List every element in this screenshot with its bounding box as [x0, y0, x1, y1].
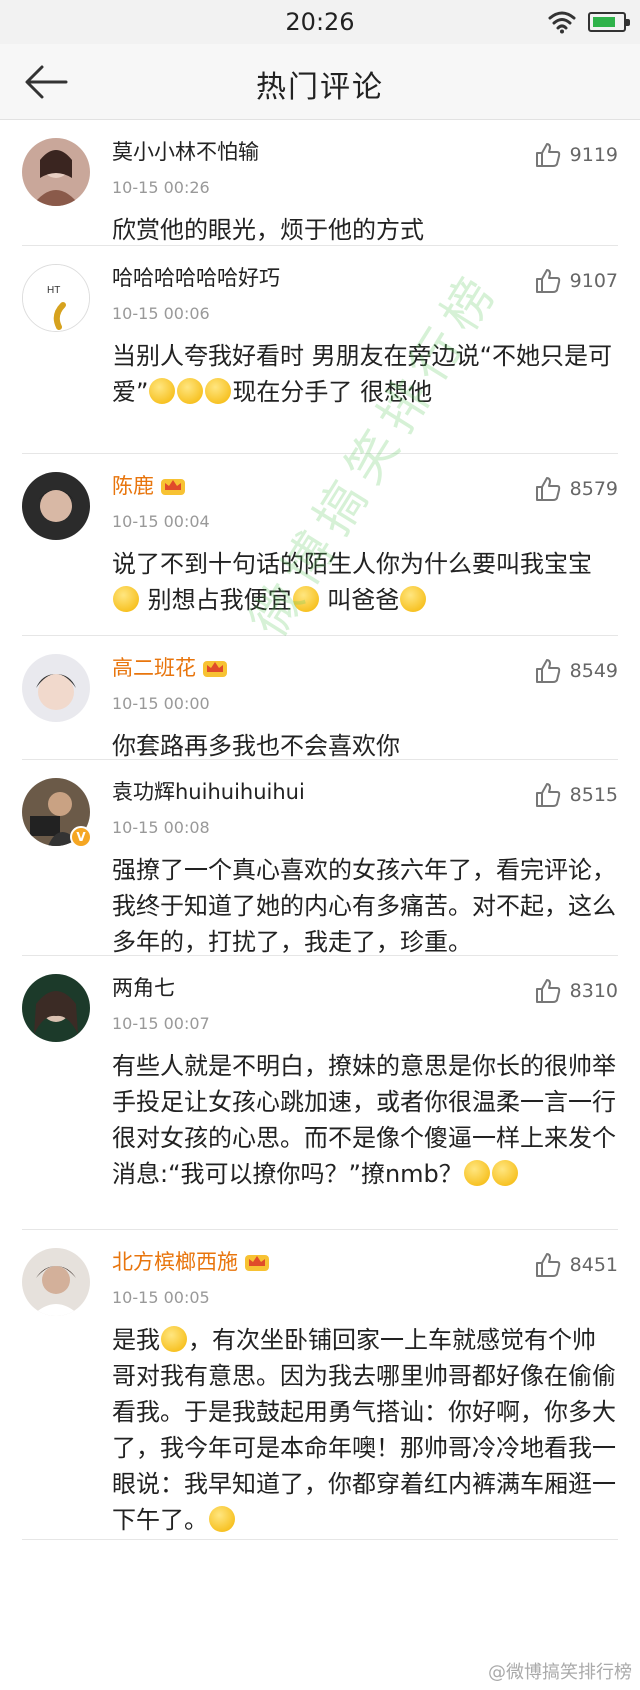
nav-bar: 热门评论 — [0, 44, 640, 120]
like-count: 8515 — [569, 784, 618, 806]
timestamp: 10-15 00:07 — [112, 1014, 210, 1033]
timestamp: 10-15 00:00 — [112, 694, 210, 713]
comment-text-part: 叫爸爸 — [319, 586, 400, 614]
like-button[interactable]: 9107 — [534, 266, 618, 296]
username[interactable]: 北方槟榔西施 — [112, 1246, 270, 1276]
like-count: 9119 — [569, 144, 618, 166]
vip-crown-icon — [203, 661, 227, 677]
avatar[interactable] — [22, 654, 90, 722]
shy-emoji-icon — [292, 586, 319, 612]
svg-text:HT: HT — [47, 285, 60, 296]
comment-text-part: 现在分手了 很想他 — [232, 378, 433, 406]
avatar[interactable] — [22, 974, 90, 1042]
thumbs-up-icon — [535, 783, 560, 807]
comment-text: 当别人夸我好看时 男朋友在旁边说“不她只是可爱” 现在分手了 很想他 — [112, 338, 618, 410]
like-button[interactable]: 9119 — [534, 140, 618, 170]
like-count: 8549 — [569, 660, 618, 682]
vip-crown-icon — [161, 479, 185, 495]
timestamp: 10-15 00:26 — [112, 178, 210, 197]
like-button[interactable]: 8515 — [534, 780, 618, 810]
username[interactable]: 袁功辉huihuihuihui — [112, 776, 305, 806]
comment-text: 欣赏他的眼光，烦于他的方式 — [112, 216, 424, 244]
username[interactable]: 高二班花 — [112, 652, 228, 682]
laugh-emoji-icon — [463, 1160, 490, 1186]
like-count: 8579 — [569, 478, 618, 500]
comment-item: HT 哈哈哈哈哈哈好巧 10-15 00:06 9107 当别人夸我好看时 男朋… — [22, 246, 618, 454]
thumbs-up-icon — [535, 477, 560, 501]
comment-item: 莫小小林不怕输 10-15 00:26 9119 欣赏他的眼光，烦于他的方式 — [22, 120, 618, 246]
comment-text-part: ，有次坐卧铺回家一上车就感觉有个帅哥对我有意思。因为我去哪里帅哥都好像在偷偷看我… — [112, 1326, 616, 1534]
username[interactable]: 两角七 — [112, 972, 175, 1002]
username[interactable]: 哈哈哈哈哈哈好巧 — [112, 262, 280, 292]
vip-crown-icon — [245, 1255, 269, 1271]
like-button[interactable]: 8310 — [534, 976, 618, 1006]
battery-fill — [593, 17, 616, 27]
comment-text: 有些人就是不明白，撩妹的意思是你长的很帅举手投足让女孩心跳加速，或者你很温柔一言… — [112, 1048, 618, 1192]
comment-item: 两角七 10-15 00:07 8310 有些人就是不明白，撩妹的意思是你长的很… — [22, 956, 618, 1230]
comment-text: 说了不到十句话的陌生人你为什么要叫我宝宝 别想占我便宜 叫爸爸 — [112, 546, 618, 618]
avatar[interactable] — [22, 138, 90, 206]
like-count: 8451 — [569, 1254, 618, 1276]
like-button[interactable]: 8579 — [534, 474, 618, 504]
laugh-emoji-icon — [491, 1160, 518, 1186]
timestamp: 10-15 00:04 — [112, 512, 210, 531]
thumbs-up-icon — [535, 143, 560, 167]
verified-badge-icon: V — [70, 826, 92, 848]
shy-emoji-icon — [149, 378, 176, 404]
timestamp: 10-15 00:06 — [112, 304, 210, 323]
comment-text-part: 别想占我便宜 — [140, 586, 292, 614]
comment-text: 是我 ，有次坐卧铺回家一上车就感觉有个帅哥对我有意思。因为我去哪里帅哥都好像在偷偷… — [112, 1322, 618, 1538]
comment-item: 高二班花 10-15 00:00 8549 你套路再多我也不会喜欢你 — [22, 636, 618, 760]
timestamp: 10-15 00:08 — [112, 818, 210, 837]
status-time: 20:26 — [285, 8, 355, 36]
smile-emoji-icon — [400, 586, 427, 612]
comment-text: 你套路再多我也不会喜欢你 — [112, 732, 400, 760]
username[interactable]: 陈鹿 — [112, 470, 186, 500]
wifi-icon — [548, 11, 576, 34]
like-count: 9107 — [569, 270, 618, 292]
battery-icon — [588, 12, 630, 32]
comment-text-part: 是我 — [112, 1326, 160, 1354]
username-text: 陈鹿 — [112, 474, 154, 498]
page-title: 热门评论 — [256, 70, 384, 105]
like-count: 8310 — [569, 980, 618, 1002]
status-bar: 20:26 — [0, 0, 640, 44]
avatar[interactable]: HT — [22, 264, 90, 332]
comment-item: V 袁功辉huihuihuihui 10-15 00:08 8515 强撩了一个… — [22, 760, 618, 956]
comment-text: 强撩了一个真心喜欢的女孩六年了，看完评论，我终于知道了她的内心有多痛苦。对不起，… — [112, 856, 616, 956]
avatar[interactable] — [22, 472, 90, 540]
username-text: 高二班花 — [112, 656, 196, 680]
shy-emoji-icon — [205, 378, 232, 404]
comment-text-part: 有些人就是不明白，撩妹的意思是你长的很帅举手投足让女孩心跳加速，或者你很温柔一言… — [112, 1052, 616, 1188]
like-button[interactable]: 8451 — [534, 1250, 618, 1280]
avatar[interactable] — [22, 1248, 90, 1316]
shy-emoji-icon — [177, 378, 204, 404]
footer-credit: @微博搞笑排行榜 — [488, 1662, 632, 1683]
username-text: 北方槟榔西施 — [112, 1250, 238, 1274]
comment-list: 莫小小林不怕输 10-15 00:26 9119 欣赏他的眼光，烦于他的方式 H… — [0, 120, 640, 1540]
comment-item: 北方槟榔西施 10-15 00:05 8451 是我 ，有次坐卧铺回家一上车就感觉… — [22, 1230, 618, 1540]
thumbs-up-icon — [535, 659, 560, 683]
like-button[interactable]: 8549 — [534, 656, 618, 686]
baby-emoji-icon — [113, 586, 139, 612]
username[interactable]: 莫小小林不怕输 — [112, 136, 259, 166]
shy-emoji-icon — [161, 1326, 187, 1352]
thumbs-up-icon — [535, 269, 560, 293]
thumbs-up-icon — [535, 979, 560, 1003]
comment-item: 陈鹿 10-15 00:04 8579 说了不到十句话的陌生人你为什么要叫我宝宝… — [22, 454, 618, 636]
comment-text-part: 说了不到十句话的陌生人你为什么要叫我宝宝 — [112, 550, 592, 578]
shy-emoji-icon — [209, 1506, 235, 1532]
timestamp: 10-15 00:05 — [112, 1288, 210, 1307]
thumbs-up-icon — [535, 1253, 560, 1277]
